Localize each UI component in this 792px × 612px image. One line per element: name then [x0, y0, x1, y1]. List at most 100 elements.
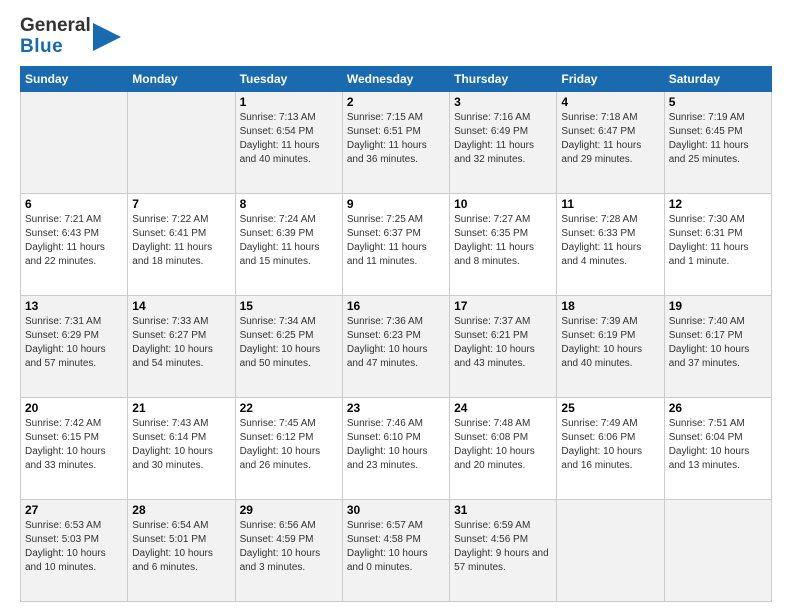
day-number: 20	[25, 401, 123, 415]
day-number: 21	[132, 401, 230, 415]
logo-blue: Blue	[20, 37, 63, 58]
day-number: 26	[669, 401, 767, 415]
table-row: 14 Sunrise: 7:33 AM Sunset: 6:27 PM Dayli…	[128, 295, 235, 397]
col-sunday: Sunday	[21, 66, 128, 91]
day-number: 2	[347, 95, 445, 109]
table-row: 9 Sunrise: 7:25 AM Sunset: 6:37 PM Daylig…	[342, 193, 449, 295]
table-row: 15 Sunrise: 7:34 AM Sunset: 6:25 PM Dayli…	[235, 295, 342, 397]
day-info: Sunrise: 6:53 AM Sunset: 5:03 PM Dayligh…	[25, 519, 123, 575]
page: General Blue Sunday Monday Tuesday Wedne…	[0, 0, 792, 612]
table-row: 19 Sunrise: 7:40 AM Sunset: 6:17 PM Dayli…	[664, 295, 771, 397]
table-row: 29Sunrise: 6:56 AM Sunset: 4:59 PM Dayli…	[235, 499, 342, 601]
day-info: Sunrise: 7:25 AM Sunset: 6:37 PM Dayligh…	[347, 213, 445, 269]
table-row: 30 Sunrise: 6:57 AM Sunset: 4:58 PM Dayli…	[342, 499, 449, 601]
calendar-week-row: 20 Sunrise: 7:42 AM Sunset: 6:15 PM Dayli…	[21, 397, 772, 499]
table-row: 27 Sunrise: 6:53 AM Sunset: 5:03 PM Dayli…	[21, 499, 128, 601]
day-number: 27	[25, 503, 123, 517]
day-number: 7	[132, 197, 230, 211]
day-info: Sunrise: 7:39 AM Sunset: 6:19 PM Dayligh…	[561, 315, 659, 371]
table-row: 13 Sunrise: 7:31 AM Sunset: 6:29 PM Dayli…	[21, 295, 128, 397]
day-info: Sunrise: 7:21 AM Sunset: 6:43 PM Dayligh…	[25, 213, 123, 269]
day-number: 13	[25, 299, 123, 313]
table-row: 17 Sunrise: 7:37 AM Sunset: 6:21 PM Dayli…	[450, 295, 557, 397]
day-info: Sunrise: 7:49 AM Sunset: 6:06 PM Dayligh…	[561, 417, 659, 473]
calendar-week-row: 27 Sunrise: 6:53 AM Sunset: 5:03 PM Dayli…	[21, 499, 772, 601]
day-info: Sunrise: 6:54 AM Sunset: 5:01 PM Dayligh…	[132, 519, 230, 575]
col-tuesday: Tuesday	[235, 66, 342, 91]
day-info: Sunrise: 6:59 AM Sunset: 4:56 PM Dayligh…	[454, 519, 552, 575]
day-number: 14	[132, 299, 230, 313]
logo-general: General	[20, 16, 91, 37]
table-row: 22Sunrise: 7:45 AM Sunset: 6:12 PM Dayli…	[235, 397, 342, 499]
table-row: 2Sunrise: 7:15 AM Sunset: 6:51 PM Daylig…	[342, 91, 449, 193]
day-info: Sunrise: 6:57 AM Sunset: 4:58 PM Dayligh…	[347, 519, 445, 575]
day-number: 19	[669, 299, 767, 313]
day-number: 12	[669, 197, 767, 211]
day-info: Sunrise: 7:31 AM Sunset: 6:29 PM Dayligh…	[25, 315, 123, 371]
day-info: Sunrise: 7:28 AM Sunset: 6:33 PM Dayligh…	[561, 213, 659, 269]
table-row: 6Sunrise: 7:21 AM Sunset: 6:43 PM Daylig…	[21, 193, 128, 295]
day-info: Sunrise: 7:48 AM Sunset: 6:08 PM Dayligh…	[454, 417, 552, 473]
table-row: 3 Sunrise: 7:16 AM Sunset: 6:49 PM Daylig…	[450, 91, 557, 193]
col-friday: Friday	[557, 66, 664, 91]
day-info: Sunrise: 7:40 AM Sunset: 6:17 PM Dayligh…	[669, 315, 767, 371]
calendar-week-row: 1 Sunrise: 7:13 AM Sunset: 6:54 PM Daylig…	[21, 91, 772, 193]
table-row: 31 Sunrise: 6:59 AM Sunset: 4:56 PM Dayli…	[450, 499, 557, 601]
calendar-week-row: 13 Sunrise: 7:31 AM Sunset: 6:29 PM Dayli…	[21, 295, 772, 397]
day-number: 30	[347, 503, 445, 517]
day-number: 23	[347, 401, 445, 415]
day-number: 31	[454, 503, 552, 517]
day-info: Sunrise: 7:33 AM Sunset: 6:27 PM Dayligh…	[132, 315, 230, 371]
col-wednesday: Wednesday	[342, 66, 449, 91]
table-row: 23 Sunrise: 7:46 AM Sunset: 6:10 PM Dayli…	[342, 397, 449, 499]
calendar-header-row: Sunday Monday Tuesday Wednesday Thursday…	[21, 66, 772, 91]
day-info: Sunrise: 7:37 AM Sunset: 6:21 PM Dayligh…	[454, 315, 552, 371]
table-row: 1 Sunrise: 7:13 AM Sunset: 6:54 PM Daylig…	[235, 91, 342, 193]
table-row: 12Sunrise: 7:30 AM Sunset: 6:31 PM Dayli…	[664, 193, 771, 295]
calendar-week-row: 6Sunrise: 7:21 AM Sunset: 6:43 PM Daylig…	[21, 193, 772, 295]
table-row: 25Sunrise: 7:49 AM Sunset: 6:06 PM Dayli…	[557, 397, 664, 499]
day-number: 3	[454, 95, 552, 109]
table-row: 21 Sunrise: 7:43 AM Sunset: 6:14 PM Dayli…	[128, 397, 235, 499]
day-info: Sunrise: 7:51 AM Sunset: 6:04 PM Dayligh…	[669, 417, 767, 473]
day-number: 22	[240, 401, 338, 415]
day-number: 24	[454, 401, 552, 415]
table-row	[128, 91, 235, 193]
table-row: 16 Sunrise: 7:36 AM Sunset: 6:23 PM Dayli…	[342, 295, 449, 397]
day-info: Sunrise: 7:36 AM Sunset: 6:23 PM Dayligh…	[347, 315, 445, 371]
day-info: Sunrise: 7:13 AM Sunset: 6:54 PM Dayligh…	[240, 111, 338, 167]
day-number: 16	[347, 299, 445, 313]
table-row: 5 Sunrise: 7:19 AM Sunset: 6:45 PM Daylig…	[664, 91, 771, 193]
day-info: Sunrise: 7:16 AM Sunset: 6:49 PM Dayligh…	[454, 111, 552, 167]
day-number: 4	[561, 95, 659, 109]
day-number: 15	[240, 299, 338, 313]
table-row: 20 Sunrise: 7:42 AM Sunset: 6:15 PM Dayli…	[21, 397, 128, 499]
day-info: Sunrise: 7:19 AM Sunset: 6:45 PM Dayligh…	[669, 111, 767, 167]
day-number: 1	[240, 95, 338, 109]
day-number: 5	[669, 95, 767, 109]
day-info: Sunrise: 7:18 AM Sunset: 6:47 PM Dayligh…	[561, 111, 659, 167]
day-number: 28	[132, 503, 230, 517]
day-number: 10	[454, 197, 552, 211]
table-row: 26 Sunrise: 7:51 AM Sunset: 6:04 PM Dayli…	[664, 397, 771, 499]
logo-arrow-icon	[93, 19, 121, 55]
table-row	[557, 499, 664, 601]
day-info: Sunrise: 7:46 AM Sunset: 6:10 PM Dayligh…	[347, 417, 445, 473]
day-info: Sunrise: 7:43 AM Sunset: 6:14 PM Dayligh…	[132, 417, 230, 473]
col-thursday: Thursday	[450, 66, 557, 91]
day-info: Sunrise: 7:24 AM Sunset: 6:39 PM Dayligh…	[240, 213, 338, 269]
day-info: Sunrise: 6:56 AM Sunset: 4:59 PM Dayligh…	[240, 519, 338, 575]
day-number: 17	[454, 299, 552, 313]
day-number: 9	[347, 197, 445, 211]
col-saturday: Saturday	[664, 66, 771, 91]
day-info: Sunrise: 7:34 AM Sunset: 6:25 PM Dayligh…	[240, 315, 338, 371]
table-row: 24 Sunrise: 7:48 AM Sunset: 6:08 PM Dayli…	[450, 397, 557, 499]
table-row	[21, 91, 128, 193]
table-row: 28 Sunrise: 6:54 AM Sunset: 5:01 PM Dayli…	[128, 499, 235, 601]
table-row: 7 Sunrise: 7:22 AM Sunset: 6:41 PM Daylig…	[128, 193, 235, 295]
table-row: 18Sunrise: 7:39 AM Sunset: 6:19 PM Dayli…	[557, 295, 664, 397]
logo: General Blue	[20, 16, 121, 58]
day-info: Sunrise: 7:42 AM Sunset: 6:15 PM Dayligh…	[25, 417, 123, 473]
table-row: 8Sunrise: 7:24 AM Sunset: 6:39 PM Daylig…	[235, 193, 342, 295]
day-info: Sunrise: 7:22 AM Sunset: 6:41 PM Dayligh…	[132, 213, 230, 269]
